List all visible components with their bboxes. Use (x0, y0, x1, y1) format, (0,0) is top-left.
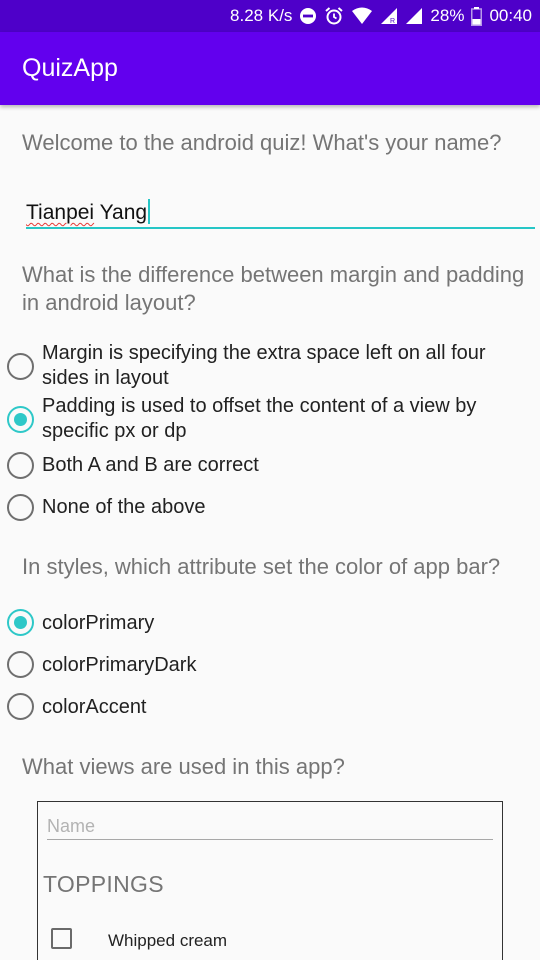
preview-checkbox (51, 928, 72, 949)
option-label: Padding is used to offset the content of… (42, 395, 477, 442)
do-not-disturb-icon (299, 7, 317, 25)
welcome-text: Welcome to the android quiz! What's your… (22, 130, 502, 155)
wifi-icon (351, 7, 373, 25)
name-first-word: Tianpei (26, 201, 95, 224)
status-bar: 8.28 K/s R 28% 00:40 (0, 0, 540, 32)
radio-button[interactable] (7, 452, 34, 479)
option-label: colorAccent (42, 696, 147, 718)
question-1-text: What is the difference between margin an… (22, 262, 525, 315)
quiz-content[interactable]: Welcome to the android quiz! What's your… (0, 105, 540, 960)
radio-button-checked[interactable] (7, 406, 34, 433)
cell-signal-icon (405, 7, 423, 25)
status-icons: 8.28 K/s R 28% 00:40 (223, 0, 532, 32)
name-rest: Yang (94, 201, 148, 224)
preview-name-field: Name (47, 816, 493, 840)
status-time: 00:40 (489, 6, 532, 25)
radio-button[interactable] (7, 651, 34, 678)
preview-toppings-heading: TOPPINGS (43, 871, 164, 897)
option-label: colorPrimaryDark (42, 654, 197, 676)
network-speed: 8.28 K/s (230, 6, 293, 25)
name-input-value: Tianpei Yang (26, 199, 151, 225)
option-label: Both A and B are correct (42, 454, 259, 476)
app-bar: QuizApp (0, 32, 540, 105)
text-cursor (148, 199, 151, 224)
question-2-text: In styles, which attribute set the color… (22, 554, 501, 579)
radio-button[interactable] (7, 693, 34, 720)
app-title: QuizApp (22, 54, 118, 82)
battery-percent: 28% (430, 6, 465, 25)
battery-icon (471, 6, 483, 26)
alarm-icon (324, 6, 344, 26)
views-preview-image: Name TOPPINGS Whipped cream (37, 801, 503, 960)
radio-button[interactable] (7, 494, 34, 521)
preview-name-placeholder: Name (47, 816, 96, 836)
name-input[interactable]: Tianpei Yang (26, 193, 535, 229)
cell-signal-roaming-icon: R (380, 7, 398, 25)
radio-button[interactable] (7, 353, 34, 380)
option-label: None of the above (42, 496, 206, 518)
svg-text:R: R (390, 18, 395, 25)
radio-button-checked[interactable] (7, 609, 34, 636)
option-label: colorPrimary (42, 612, 155, 634)
question-3-text: What views are used in this app? (22, 754, 345, 779)
option-label: Margin is specifying the extra space lef… (42, 342, 486, 389)
preview-checkbox-label: Whipped cream (108, 931, 228, 950)
